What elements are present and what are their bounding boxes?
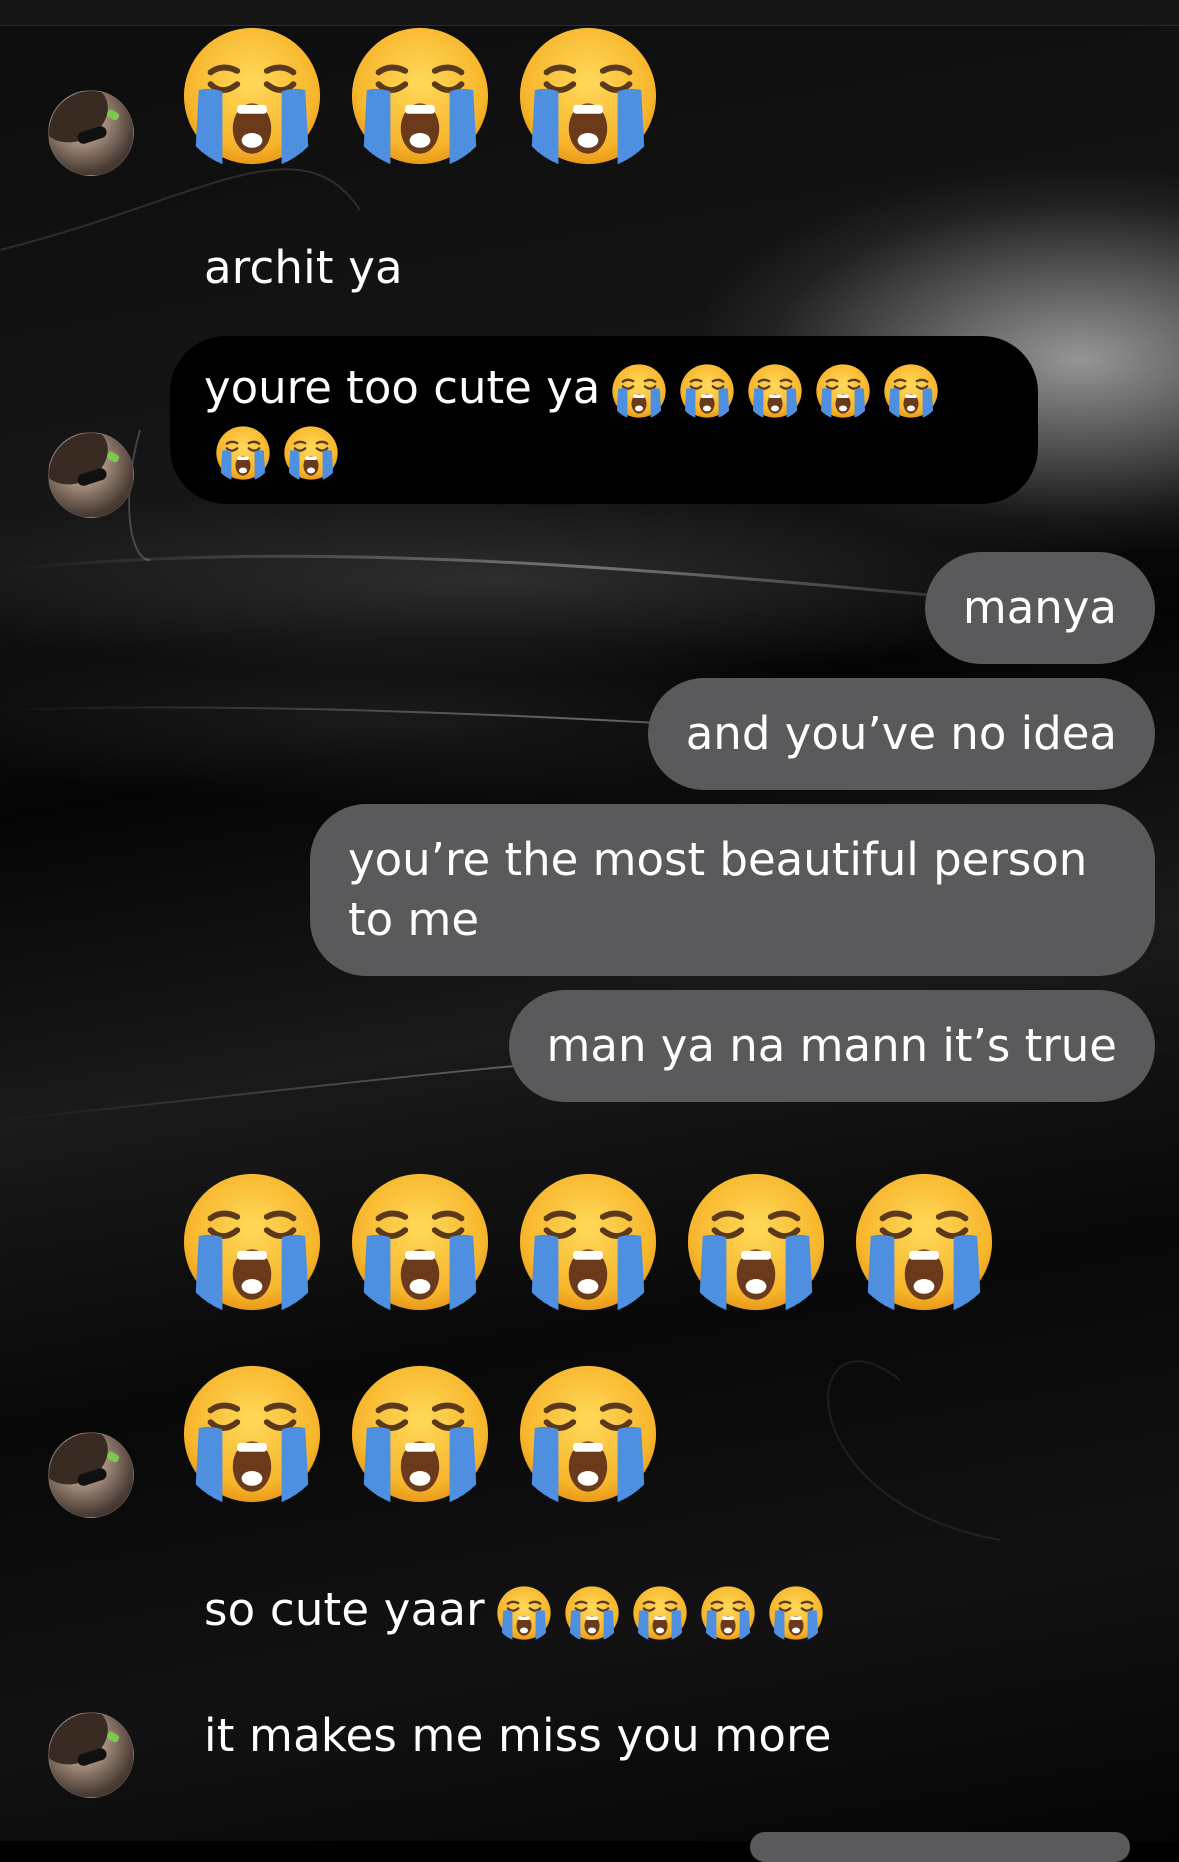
- loudly-crying-face-icon: [814, 362, 872, 420]
- loudly-crying-face-icon: [514, 22, 662, 170]
- message-bubble-incoming[interactable]: youre too cute ya: [170, 336, 1038, 504]
- avatar[interactable]: [48, 1712, 134, 1798]
- message-text: manya: [962, 581, 1117, 634]
- loudly-crying-face-icon: [678, 362, 736, 420]
- loudly-crying-face-icon: [682, 1168, 830, 1316]
- loudly-crying-face-icon: [631, 1584, 689, 1642]
- loudly-crying-face-icon: [178, 1360, 326, 1508]
- loudly-crying-face-icon: [495, 1584, 553, 1642]
- loudly-crying-face-icon: [514, 1360, 662, 1508]
- loudly-crying-face-icon: [767, 1584, 825, 1642]
- avatar[interactable]: [48, 1432, 134, 1518]
- loudly-crying-face-icon: [563, 1584, 621, 1642]
- message-text: youre too cute ya: [204, 361, 601, 414]
- loudly-crying-face-icon: [610, 362, 668, 420]
- loudly-crying-face-icon: [746, 362, 804, 420]
- message-text: man ya na mann it’s true: [546, 1019, 1117, 1072]
- emoji-message[interactable]: [178, 1360, 682, 1508]
- message-text: and you’ve no idea: [685, 707, 1117, 760]
- loudly-crying-face-icon: [699, 1584, 757, 1642]
- loudly-crying-face-icon: [282, 424, 340, 482]
- avatar[interactable]: [48, 432, 134, 518]
- loudly-crying-face-icon: [214, 424, 272, 482]
- emoji-inline-group: [485, 1583, 825, 1640]
- emoji-message[interactable]: [178, 22, 682, 170]
- message-text[interactable]: archit ya: [204, 238, 403, 298]
- loudly-crying-face-icon: [850, 1168, 998, 1316]
- loudly-crying-face-icon: [882, 362, 940, 420]
- loudly-crying-face-icon: [178, 22, 326, 170]
- message-text: so cute yaar: [204, 1583, 485, 1636]
- loudly-crying-face-icon: [346, 1168, 494, 1316]
- avatar[interactable]: [48, 90, 134, 176]
- message-bubble-outgoing-partial[interactable]: [750, 1832, 1130, 1862]
- message-text-with-emoji[interactable]: so cute yaar: [204, 1580, 825, 1642]
- message-bubble-outgoing[interactable]: and you’ve no idea: [647, 678, 1155, 790]
- loudly-crying-face-icon: [178, 1168, 326, 1316]
- message-bubble-outgoing[interactable]: manya: [924, 552, 1155, 664]
- message-text[interactable]: it makes me miss you more: [204, 1706, 832, 1766]
- message-bubble-outgoing[interactable]: man ya na mann it’s true: [508, 990, 1155, 1102]
- emoji-message[interactable]: [178, 1168, 1018, 1316]
- message-text: you’re the most beautiful person to me: [348, 833, 1088, 946]
- message-bubble-outgoing[interactable]: you’re the most beautiful person to me: [310, 804, 1155, 976]
- loudly-crying-face-icon: [346, 22, 494, 170]
- loudly-crying-face-icon: [514, 1168, 662, 1316]
- loudly-crying-face-icon: [346, 1360, 494, 1508]
